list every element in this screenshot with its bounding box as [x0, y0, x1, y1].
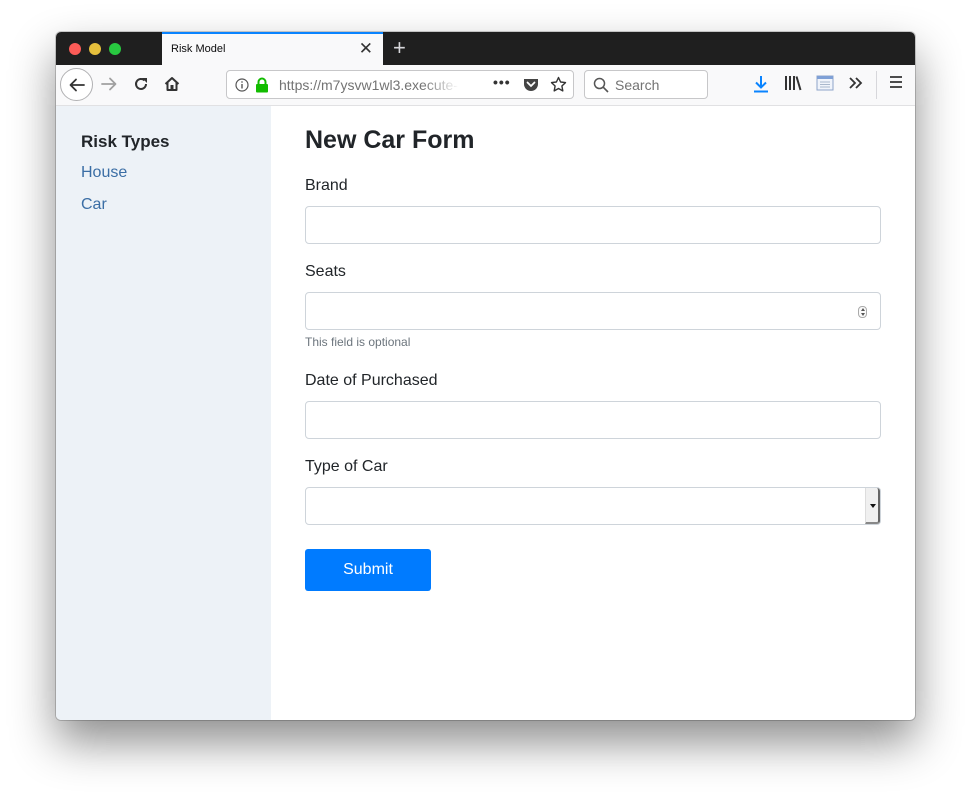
- overflow-chevrons-icon[interactable]: [848, 75, 864, 91]
- seats-help-text: This field is optional: [305, 335, 411, 349]
- search-input[interactable]: [615, 77, 703, 93]
- sidebar-title: Risk Types: [81, 132, 170, 151]
- car-type-select[interactable]: [305, 487, 881, 525]
- forward-button[interactable]: [98, 73, 120, 95]
- dropdown-arrow-icon[interactable]: [865, 488, 880, 524]
- search-icon: [593, 77, 609, 93]
- new-tab-button[interactable]: +: [393, 34, 406, 62]
- seats-label: Seats: [305, 263, 346, 280]
- page-title: New Car Form: [305, 126, 475, 154]
- toolbar-divider: [876, 71, 877, 99]
- sidebar: Risk Types House Car: [56, 106, 271, 720]
- sidebar-link-house[interactable]: House: [81, 164, 127, 182]
- submit-button[interactable]: Submit: [305, 549, 431, 591]
- brand-input[interactable]: [305, 206, 881, 244]
- car-type-label: Type of Car: [305, 458, 388, 475]
- number-spinner-icon[interactable]: [858, 306, 867, 318]
- lock-icon: [256, 77, 268, 93]
- url-bar[interactable]: https://m7ysvw1wl3.execute-api •••: [226, 70, 574, 99]
- info-icon[interactable]: [235, 78, 249, 92]
- brand-label: Brand: [305, 177, 348, 194]
- sidebar-link-car[interactable]: Car: [81, 196, 107, 214]
- pocket-icon[interactable]: [523, 77, 539, 92]
- reload-button[interactable]: [130, 73, 152, 95]
- home-button[interactable]: [161, 73, 183, 95]
- tab-title: Risk Model: [171, 43, 226, 55]
- seats-input[interactable]: [305, 292, 881, 330]
- home-icon: [164, 77, 180, 91]
- browser-tab[interactable]: Risk Model ✕: [162, 32, 383, 65]
- minimize-window-button[interactable]: [89, 43, 101, 55]
- page-content: Risk Types House Car New Car Form Brand …: [56, 106, 915, 720]
- close-tab-icon[interactable]: ✕: [359, 39, 373, 59]
- hamburger-menu-icon[interactable]: [889, 75, 903, 89]
- bookmark-star-icon[interactable]: [550, 76, 567, 93]
- browser-window: Risk Model ✕ + https://m7ysvw1wl3.execut…: [56, 32, 915, 720]
- search-bar[interactable]: [584, 70, 708, 99]
- tab-strip: Risk Model ✕ +: [56, 32, 915, 65]
- date-purchased-label: Date of Purchased: [305, 372, 438, 389]
- date-purchased-input[interactable]: [305, 401, 881, 439]
- back-button[interactable]: [60, 68, 93, 101]
- maximize-window-button[interactable]: [109, 43, 121, 55]
- url-text[interactable]: https://m7ysvw1wl3.execute-api: [279, 77, 459, 93]
- nav-bar: https://m7ysvw1wl3.execute-api •••: [56, 65, 915, 106]
- download-icon[interactable]: [753, 75, 769, 93]
- library-icon[interactable]: [784, 75, 802, 91]
- reload-icon: [135, 77, 147, 90]
- arrow-left-icon: [69, 78, 85, 91]
- page-actions-icon[interactable]: •••: [493, 74, 511, 90]
- close-window-button[interactable]: [69, 43, 81, 55]
- arrow-right-icon: [101, 77, 117, 91]
- sidebar-toggle-icon[interactable]: [816, 75, 834, 91]
